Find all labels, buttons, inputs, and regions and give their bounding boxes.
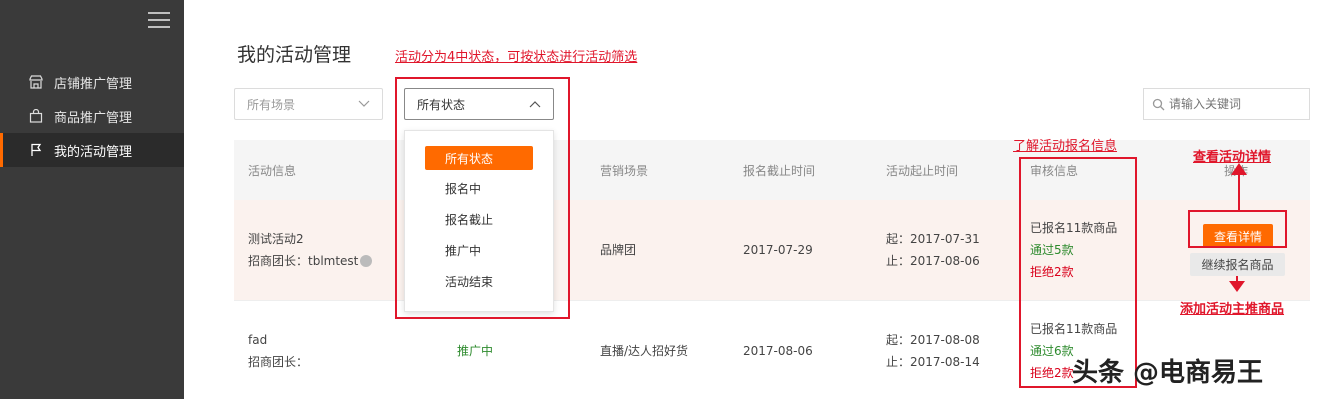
activity-scene: 直播/达人招好货	[600, 344, 689, 358]
audit-registered: 已报名11款商品	[1030, 322, 1118, 336]
page-title: 我的活动管理	[237, 44, 352, 66]
arrow-up-icon	[1231, 163, 1247, 175]
audit-registered: 已报名11款商品	[1030, 221, 1118, 235]
search-input[interactable]	[1169, 97, 1299, 111]
header-period: 活动起止时间	[886, 164, 959, 178]
status-option-ended[interactable]: 活动结束	[425, 269, 533, 293]
audit-annotation: 了解活动报名信息	[1013, 139, 1118, 154]
audit-passed: 通过5款	[1030, 243, 1074, 257]
activity-name: 测试活动2	[248, 232, 304, 246]
activity-end: 止：2017-08-14	[886, 355, 980, 369]
header-audit: 审核信息	[1030, 164, 1079, 178]
view-detail-button[interactable]: 查看详情	[1203, 224, 1273, 248]
status-select-value: 所有状态	[417, 97, 466, 112]
sidebar-item-my-activity[interactable]: 我的活动管理	[0, 133, 184, 167]
status-select[interactable]: 所有状态	[404, 88, 554, 120]
header-deadline: 报名截止时间	[743, 164, 816, 178]
search-icon	[1152, 98, 1165, 110]
arrow-down-icon	[1229, 281, 1245, 292]
status-option-registration-closed[interactable]: 报名截止	[425, 207, 533, 231]
activity-leader: 招商团长：	[248, 355, 309, 369]
chevron-down-icon	[358, 100, 370, 107]
sidebar: 店铺推广管理 商品推广管理 我的活动管理	[0, 0, 184, 399]
status-option-registering[interactable]: 报名中	[425, 176, 533, 200]
activity-deadline: 2017-07-29	[743, 243, 813, 257]
status-option-promoting[interactable]: 推广中	[425, 238, 533, 262]
add-goods-annotation: 添加活动主推商品	[1180, 302, 1285, 317]
audit-rejected: 拒绝2款	[1030, 265, 1074, 279]
chevron-up-icon	[529, 101, 541, 108]
scene-select[interactable]: 所有场景	[234, 88, 383, 120]
header-activity-info: 活动信息	[248, 164, 297, 178]
sidebar-item-label: 店铺推广管理	[54, 76, 133, 92]
arrow-up-line	[1238, 172, 1240, 210]
activity-name: fad	[248, 333, 268, 347]
activity-status: 推广中	[457, 344, 494, 358]
flag-icon	[28, 142, 44, 158]
scene-select-value: 所有场景	[247, 97, 296, 112]
search-box[interactable]	[1143, 88, 1310, 120]
bag-icon	[28, 108, 44, 124]
activity-scene: 品牌团	[600, 243, 637, 257]
menu-icon[interactable]	[148, 12, 170, 30]
status-option-all[interactable]: 所有状态	[425, 146, 533, 170]
status-dropdown: 所有状态 报名中 报名截止 推广中 活动结束	[404, 130, 554, 312]
continue-register-button[interactable]: 继续报名商品	[1190, 253, 1285, 276]
watermark: 头条 @电商易王	[1072, 358, 1264, 388]
sidebar-item-goods-promo[interactable]: 商品推广管理	[0, 99, 184, 133]
table-row: 测试活动2 招商团长：tblmtest 品牌团 2017-07-29 起：201…	[234, 200, 1310, 300]
activity-end: 止：2017-08-06	[886, 254, 980, 268]
sidebar-item-store-promo[interactable]: 店铺推广管理	[0, 65, 184, 99]
status-filter-annotation: 活动分为4中状态，可按状态进行活动筛选	[395, 50, 638, 65]
activity-start: 起：2017-08-08	[886, 333, 980, 347]
header-scene: 营销场景	[600, 164, 649, 178]
table-header: 活动信息 营销场景 报名截止时间 活动起止时间 审核信息 操作	[234, 140, 1310, 200]
store-icon	[28, 74, 44, 90]
sidebar-item-label: 商品推广管理	[54, 110, 133, 126]
activity-start: 起：2017-07-31	[886, 232, 980, 246]
activity-leader: 招商团长：tblmtest	[248, 254, 359, 268]
sidebar-item-label: 我的活动管理	[54, 144, 133, 160]
info-icon[interactable]	[360, 255, 373, 267]
activity-deadline: 2017-08-06	[743, 344, 813, 358]
